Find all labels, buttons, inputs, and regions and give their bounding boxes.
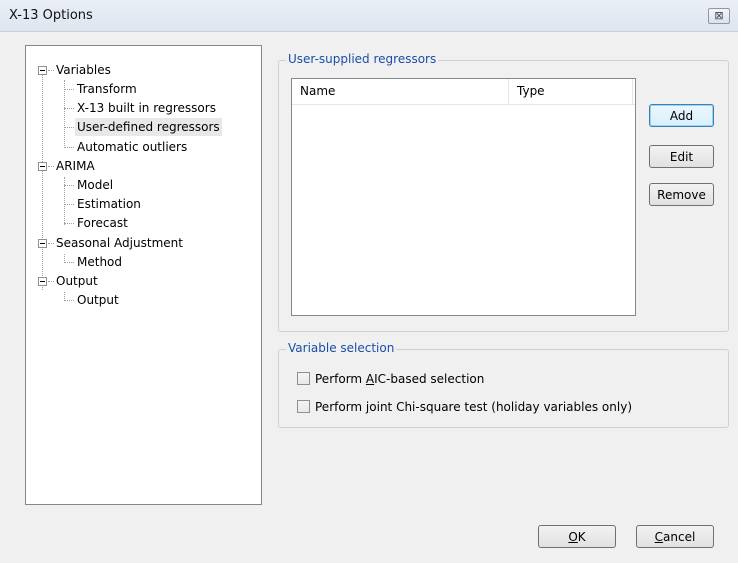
add-button[interactable]: Add bbox=[649, 104, 714, 127]
column-header-type[interactable]: Type bbox=[509, 79, 633, 104]
regressors-list[interactable]: Name Type bbox=[291, 78, 636, 316]
edit-button[interactable]: Edit bbox=[649, 145, 714, 168]
close-button[interactable]: ⊠ bbox=[708, 8, 730, 24]
collapse-icon[interactable] bbox=[38, 162, 47, 171]
window-title: X-13 Options bbox=[9, 8, 93, 23]
tree-item-forecast[interactable]: Forecast bbox=[26, 214, 256, 232]
tree-node-output[interactable]: Output bbox=[26, 272, 256, 290]
close-icon: ⊠ bbox=[714, 9, 724, 22]
collapse-icon[interactable] bbox=[38, 239, 47, 248]
tree-item-user-defined-regressors[interactable]: User-defined regressors bbox=[26, 118, 256, 136]
tree-item-output[interactable]: Output bbox=[26, 291, 256, 309]
tree-node-arima[interactable]: ARIMA bbox=[26, 157, 256, 175]
column-header-name[interactable]: Name bbox=[292, 79, 509, 104]
tree-node-seasonal-adjustment[interactable]: Seasonal Adjustment bbox=[26, 234, 256, 252]
chi-square-label: Perform joint Chi-square test (holiday v… bbox=[315, 400, 632, 414]
list-header: Name Type bbox=[292, 79, 635, 105]
chi-square-checkbox[interactable] bbox=[297, 400, 310, 413]
chi-square-row[interactable]: Perform joint Chi-square test (holiday v… bbox=[297, 398, 717, 416]
tree-item-method[interactable]: Method bbox=[26, 253, 256, 271]
aic-selection-label: Perform AIC-based selection bbox=[315, 372, 485, 386]
collapse-icon[interactable] bbox=[38, 66, 47, 75]
aic-selection-checkbox[interactable] bbox=[297, 372, 310, 385]
tree-item-x13-regressors[interactable]: X-13 built in regressors bbox=[26, 99, 256, 117]
tree-item-model[interactable]: Model bbox=[26, 176, 256, 194]
ok-button[interactable]: OK bbox=[538, 525, 616, 548]
options-tree[interactable]: Variables Transform X-13 built in regres… bbox=[25, 45, 262, 505]
variable-selection-group bbox=[278, 349, 729, 428]
tree-item-estimation[interactable]: Estimation bbox=[26, 195, 256, 213]
tree-item-transform[interactable]: Transform bbox=[26, 80, 256, 98]
collapse-icon[interactable] bbox=[38, 277, 47, 286]
remove-button[interactable]: Remove bbox=[649, 183, 714, 206]
user-supplied-regressors-legend: User-supplied regressors bbox=[286, 52, 439, 66]
title-bar: X-13 Options ⊠ bbox=[0, 0, 738, 32]
variable-selection-legend: Variable selection bbox=[286, 341, 397, 355]
aic-selection-row[interactable]: Perform AIC-based selection bbox=[297, 370, 697, 388]
tree-item-automatic-outliers[interactable]: Automatic outliers bbox=[26, 138, 256, 156]
cancel-button[interactable]: Cancel bbox=[636, 525, 714, 548]
tree-node-variables[interactable]: Variables bbox=[26, 61, 256, 79]
